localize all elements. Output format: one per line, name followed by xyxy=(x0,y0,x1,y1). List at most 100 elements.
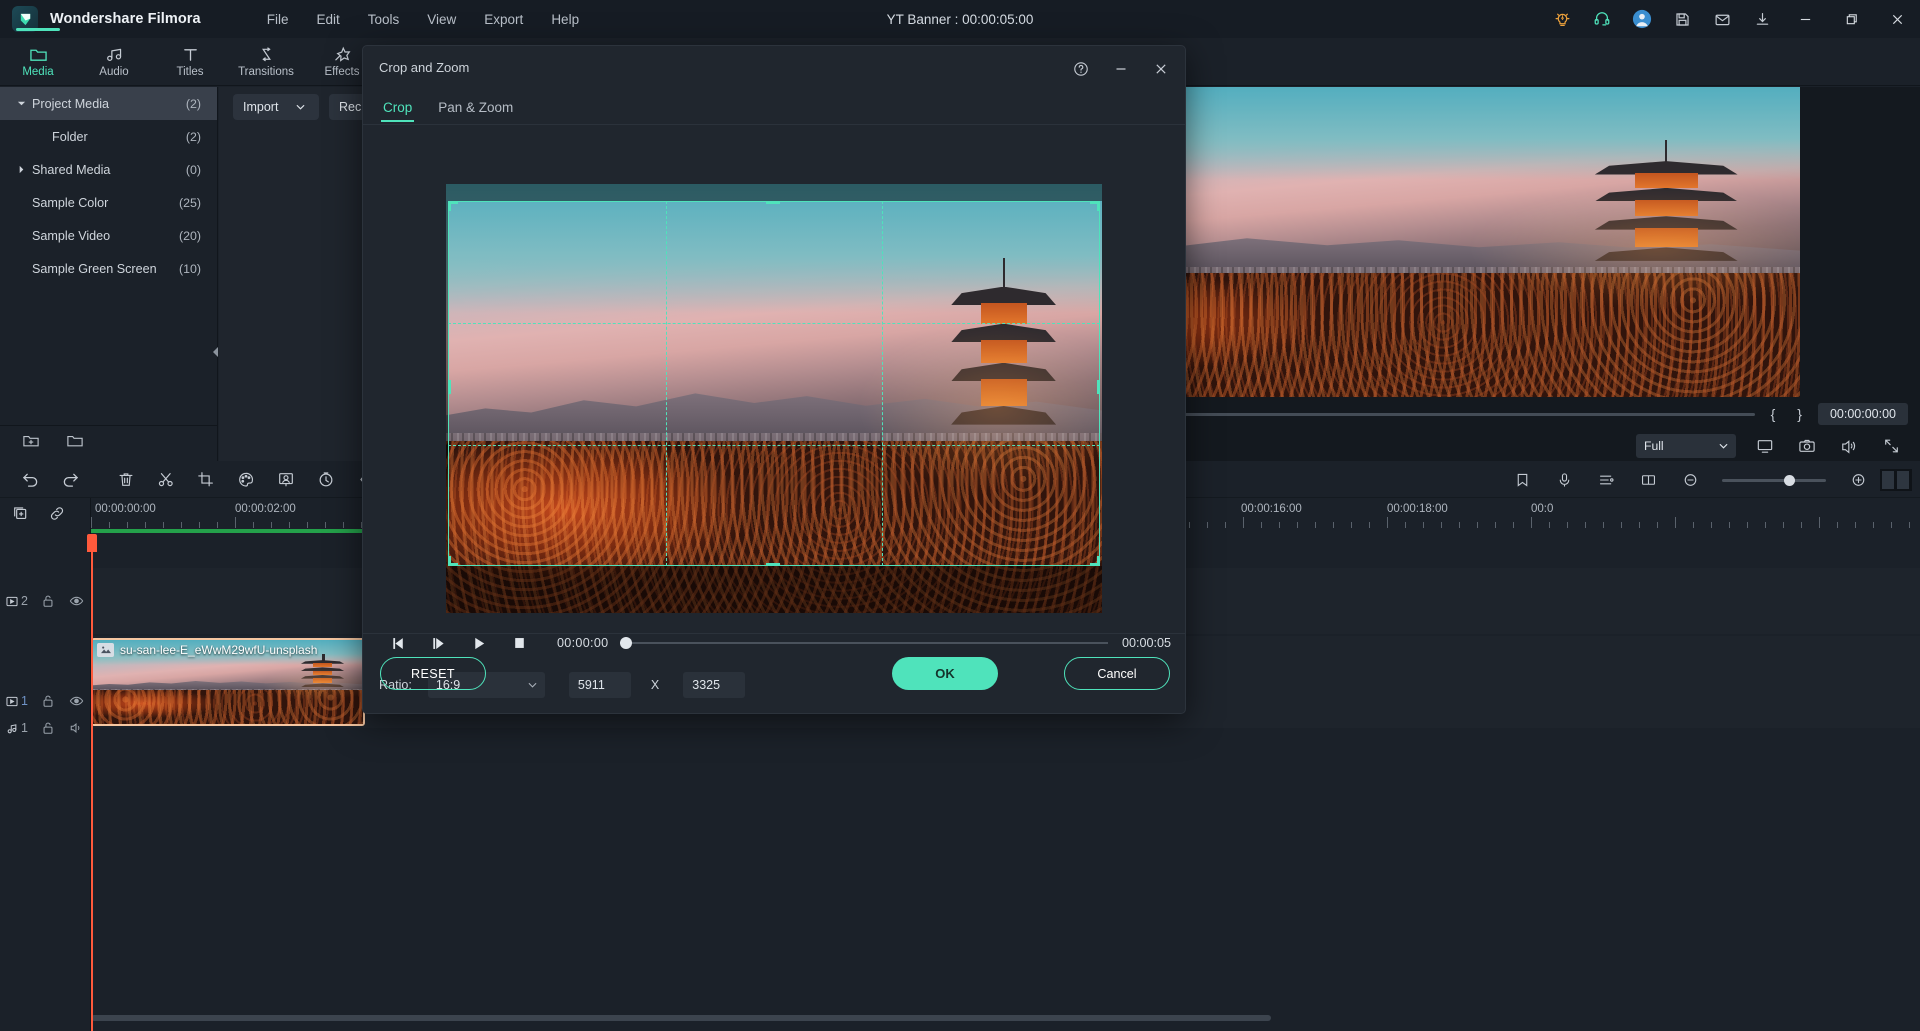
headset-icon[interactable] xyxy=(1582,0,1622,38)
eye-icon[interactable] xyxy=(62,594,90,608)
dialog-window-controls xyxy=(1061,50,1181,88)
green-screen-icon[interactable] xyxy=(266,462,306,498)
zoom-out-icon[interactable] xyxy=(1670,462,1710,498)
window-restore-button[interactable] xyxy=(1828,0,1874,38)
marker-icon[interactable] xyxy=(1502,462,1542,498)
crop-handle-top-left-v[interactable] xyxy=(448,201,451,211)
menu-tools[interactable]: Tools xyxy=(354,8,414,31)
audio-mixer-icon[interactable] xyxy=(1586,462,1626,498)
snapshot-icon[interactable] xyxy=(1794,434,1820,458)
help-circle-icon[interactable] xyxy=(1061,50,1101,88)
track-header-audio-1[interactable]: 1 xyxy=(0,708,91,748)
tab-effects-label: Effects xyxy=(324,66,360,78)
sidebar-item-sample-green-screen[interactable]: Sample Green Screen (10) xyxy=(0,252,217,285)
color-palette-icon[interactable] xyxy=(226,462,266,498)
track-number-label: 1 xyxy=(21,721,28,735)
import-button[interactable]: Import xyxy=(233,94,319,120)
ruler-tick xyxy=(145,522,146,528)
fullscreen-icon[interactable] xyxy=(1878,434,1904,458)
transition-arrows-icon xyxy=(257,45,276,64)
screen-icon[interactable] xyxy=(1752,434,1778,458)
lightbulb-icon[interactable] xyxy=(1542,0,1582,38)
tab-titles[interactable]: Titles xyxy=(152,38,228,86)
crop-icon[interactable] xyxy=(186,462,226,498)
sidebar-item-shared-media[interactable]: Shared Media (0) xyxy=(0,153,217,186)
ruler-tick xyxy=(91,517,92,528)
sidebar-item-project-media[interactable]: Project Media (2) xyxy=(0,87,217,120)
window-minimize-button[interactable] xyxy=(1782,0,1828,38)
menu-file[interactable]: File xyxy=(253,8,303,31)
timeline-track-row[interactable] xyxy=(91,730,1920,782)
sidebar-item-folder[interactable]: Folder (2) xyxy=(0,120,217,153)
crop-handle-middle-right[interactable] xyxy=(1097,380,1100,394)
folder-icon[interactable] xyxy=(66,433,84,454)
delete-icon[interactable] xyxy=(106,462,146,498)
crop-handle-top-center[interactable] xyxy=(766,201,780,204)
tab-pan-and-zoom[interactable]: Pan & Zoom xyxy=(426,100,525,122)
timeline-zoom-slider[interactable] xyxy=(1722,474,1826,486)
undo-icon[interactable] xyxy=(10,462,50,498)
save-icon[interactable] xyxy=(1662,0,1702,38)
zoom-in-icon[interactable] xyxy=(1838,462,1878,498)
tab-crop[interactable]: Crop xyxy=(371,100,424,122)
sidebar-item-sample-color[interactable]: Sample Color (25) xyxy=(0,186,217,219)
sidebar-label-project-media: Project Media xyxy=(32,96,109,111)
menu-edit[interactable]: Edit xyxy=(302,8,353,31)
cancel-button[interactable]: Cancel xyxy=(1064,657,1170,690)
ok-button[interactable]: OK xyxy=(892,657,998,690)
crop-handle-bottom-right-v[interactable] xyxy=(1097,556,1100,566)
crop-handle-top-right-v[interactable] xyxy=(1097,201,1100,211)
minimize-icon[interactable] xyxy=(1101,50,1141,88)
ruler-tick xyxy=(343,522,344,528)
ruler-tick xyxy=(109,522,110,528)
ruler-tick xyxy=(217,522,218,528)
timeline-zoom-knob[interactable] xyxy=(1784,474,1795,486)
menu-export[interactable]: Export xyxy=(470,8,537,31)
crop-preview-stage[interactable] xyxy=(446,184,1102,613)
mark-in-button[interactable]: { xyxy=(1765,406,1782,422)
scissors-icon[interactable] xyxy=(146,462,186,498)
tab-media[interactable]: Media xyxy=(0,27,76,86)
download-icon[interactable] xyxy=(1742,0,1782,38)
menu-help[interactable]: Help xyxy=(537,8,593,31)
redo-icon[interactable] xyxy=(50,462,90,498)
sidebar-item-sample-video[interactable]: Sample Video (20) xyxy=(0,219,217,252)
crop-gridline-vertical xyxy=(882,201,883,566)
track-number-label: 1 xyxy=(21,694,28,708)
crop-handle-bottom-center[interactable] xyxy=(766,563,780,566)
timeline-playhead[interactable] xyxy=(87,534,97,1031)
close-icon[interactable] xyxy=(1141,50,1181,88)
menu-view[interactable]: View xyxy=(413,8,470,31)
unlock-icon[interactable] xyxy=(34,594,62,608)
add-track-icon[interactable] xyxy=(12,505,30,527)
tab-audio[interactable]: Audio xyxy=(76,38,152,86)
tab-transitions[interactable]: Transitions xyxy=(228,38,304,86)
volume-icon[interactable] xyxy=(1836,434,1862,458)
mic-icon[interactable] xyxy=(1544,462,1584,498)
account-icon[interactable] xyxy=(1622,0,1662,38)
mark-out-button[interactable]: } xyxy=(1791,406,1808,422)
window-close-button[interactable] xyxy=(1874,0,1920,38)
timeline-horizontal-scrollbar[interactable] xyxy=(91,1015,1271,1021)
eye-icon[interactable] xyxy=(62,694,90,708)
timeline-clip[interactable]: su-san-lee-E_eWwM29wfU-unsplash xyxy=(91,638,365,726)
mail-icon[interactable] xyxy=(1702,0,1742,38)
sidebar-label-folder: Folder xyxy=(52,129,88,144)
speed-icon[interactable] xyxy=(306,462,346,498)
track-header-video-2[interactable]: 2 xyxy=(0,568,91,634)
speaker-icon[interactable] xyxy=(62,721,90,735)
unlock-icon[interactable] xyxy=(34,694,62,708)
chevron-down-icon xyxy=(1719,439,1728,453)
chevron-down-icon xyxy=(10,99,32,108)
new-folder-icon[interactable] xyxy=(22,433,40,454)
split-screen-icon[interactable] xyxy=(1628,462,1668,498)
crop-handle-middle-left[interactable] xyxy=(448,380,451,394)
crop-gridline-horizontal xyxy=(448,323,1100,324)
unlock-icon[interactable] xyxy=(34,721,62,735)
reset-button[interactable]: RESET xyxy=(380,657,486,690)
preview-quality-select[interactable]: Full xyxy=(1636,434,1736,458)
link-icon[interactable] xyxy=(48,505,66,527)
playhead-handle[interactable] xyxy=(87,534,97,552)
chevron-right-icon xyxy=(10,165,32,174)
crop-handle-bottom-left-v[interactable] xyxy=(448,556,451,566)
